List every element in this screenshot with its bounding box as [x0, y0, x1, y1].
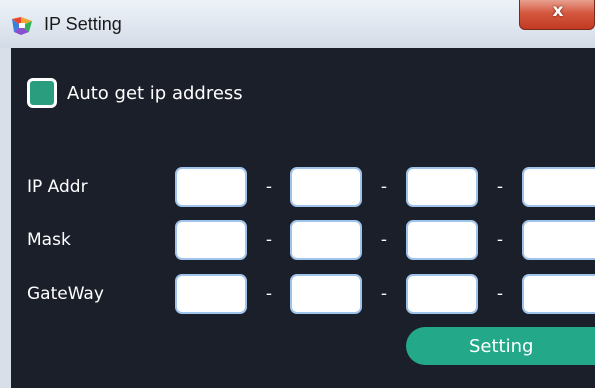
gateway-octet-3-input[interactable] [406, 274, 478, 314]
ip-octet-1-input[interactable] [175, 167, 247, 207]
mask-separator: - [496, 230, 504, 250]
auto-ip-row: Auto get ip address [27, 75, 243, 111]
ip-octet-3-input[interactable] [406, 167, 478, 207]
ip-separator: - [496, 177, 504, 197]
mask-label: Mask [27, 230, 71, 250]
mask-separator: - [265, 230, 273, 250]
mask-separator: - [380, 230, 388, 250]
window-title: IP Setting [44, 14, 122, 34]
gateway-separator: - [380, 284, 388, 304]
title-bar: IP Setting x [0, 0, 595, 48]
ip-separator: - [265, 177, 273, 197]
gateway-octet-4-input[interactable] [522, 274, 595, 314]
auto-ip-checkbox[interactable] [27, 78, 57, 108]
window-frame-edge [0, 48, 11, 388]
close-icon[interactable]: x [520, 1, 595, 21]
mask-octet-2-input[interactable] [290, 220, 362, 260]
mask-octet-4-input[interactable] [522, 220, 595, 260]
close-button[interactable]: x [519, 0, 595, 30]
mask-octet-1-input[interactable] [175, 220, 247, 260]
mask-octet-3-input[interactable] [406, 220, 478, 260]
gateway-separator: - [265, 284, 273, 304]
gateway-octet-1-input[interactable] [175, 274, 247, 314]
gateway-label: GateWay [27, 284, 104, 304]
ip-addr-label: IP Addr [27, 177, 88, 197]
app-logo-icon [12, 17, 34, 35]
gateway-octet-2-input[interactable] [290, 274, 362, 314]
ip-octet-4-input[interactable] [522, 167, 595, 207]
ip-octet-2-input[interactable] [290, 167, 362, 207]
auto-ip-label[interactable]: Auto get ip address [67, 83, 243, 104]
settings-panel: Auto get ip address IP Addr - - - Mask -… [11, 48, 595, 388]
gateway-separator: - [496, 284, 504, 304]
ip-separator: - [380, 177, 388, 197]
ip-setting-window: IP Setting x Auto get ip address IP Addr… [0, 0, 595, 388]
setting-button[interactable]: Setting [406, 327, 595, 365]
